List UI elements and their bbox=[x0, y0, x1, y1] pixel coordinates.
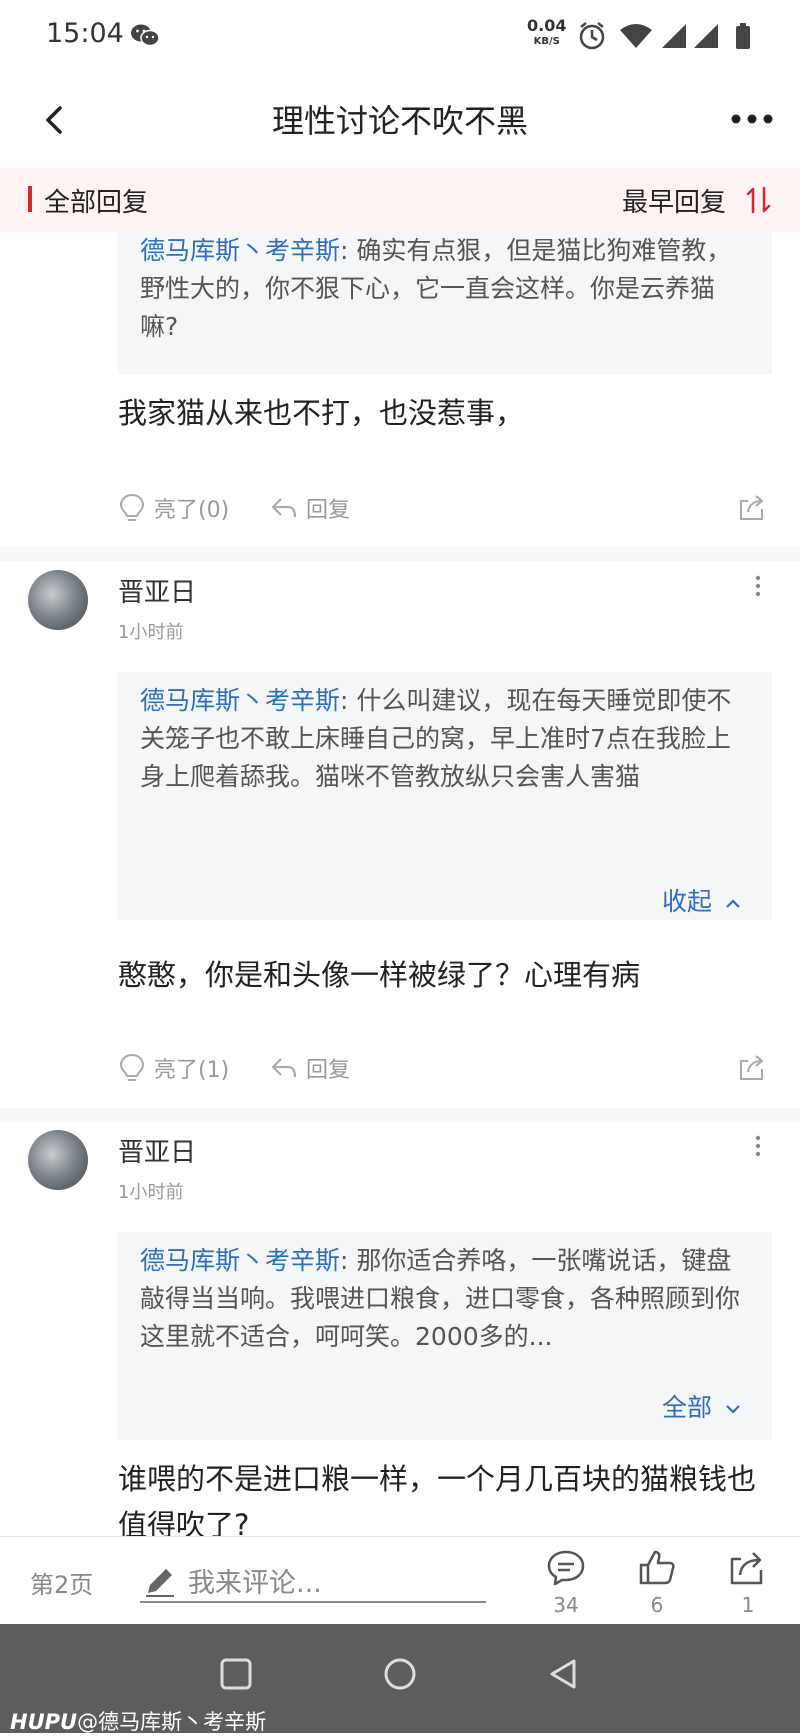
share-button[interactable] bbox=[738, 1052, 768, 1086]
share-post-button[interactable]: 1 bbox=[718, 1549, 778, 1621]
avatar[interactable] bbox=[28, 1130, 88, 1190]
circle-icon bbox=[384, 1658, 416, 1690]
signal-icon bbox=[694, 24, 718, 48]
home-button[interactable] bbox=[382, 1656, 418, 1696]
reply-arrow-icon bbox=[271, 498, 297, 518]
collapse-quote-button[interactable]: 收起 bbox=[662, 882, 742, 918]
square-icon bbox=[220, 1658, 252, 1690]
status-bar: 15:04 0.04 KB/S bbox=[0, 0, 800, 72]
wechat-icon bbox=[130, 22, 160, 52]
wifi-icon bbox=[620, 24, 652, 48]
comment-placeholder: 我来评论... bbox=[188, 1568, 322, 1599]
more-dots-icon bbox=[731, 114, 773, 124]
quoted-reply[interactable]: 德马库斯丶考辛斯: 确实有点狠，但是猫比狗难管教，野性大的，你不狠下心，它一直会… bbox=[118, 232, 772, 374]
bottom-bar: 第2页 我来评论... 34 6 1 bbox=[0, 1536, 800, 1625]
post-menu-button[interactable] bbox=[748, 572, 768, 602]
share-button[interactable] bbox=[738, 492, 768, 526]
post-menu-button[interactable] bbox=[748, 1132, 768, 1162]
quoted-username[interactable]: 德马库斯丶考辛斯 bbox=[140, 686, 340, 715]
quoted-username[interactable]: 德马库斯丶考辛斯 bbox=[140, 236, 340, 265]
reply-arrow-icon bbox=[271, 1058, 297, 1078]
more-button[interactable] bbox=[728, 104, 778, 134]
watermark-text: @德马库斯丶考辛斯 bbox=[77, 1710, 267, 1734]
share-icon bbox=[740, 495, 764, 520]
triangle-back-icon bbox=[550, 1659, 576, 1689]
status-icons bbox=[578, 20, 778, 56]
page-title: 理性讨论不吹不黑 bbox=[271, 102, 528, 140]
comments-count: 34 bbox=[553, 1593, 579, 1617]
lightbulb-icon bbox=[119, 493, 145, 521]
sort-order-button[interactable]: 最早回复 bbox=[622, 182, 771, 218]
light-button[interactable]: 亮了(0) bbox=[118, 492, 229, 524]
post-time: 1小时前 bbox=[118, 622, 184, 643]
thumbs-up-icon bbox=[639, 1550, 675, 1585]
username[interactable]: 晋亚日 bbox=[118, 572, 196, 609]
filter-all-replies[interactable]: 全部回复 bbox=[44, 182, 148, 219]
comments-button[interactable]: 34 bbox=[536, 1549, 596, 1621]
comment-icon bbox=[547, 1550, 585, 1586]
light-count: 亮了(0) bbox=[154, 498, 230, 523]
alarm-icon bbox=[579, 22, 605, 50]
nav-bar: 理性讨论不吹不黑 bbox=[0, 72, 800, 168]
reply-button[interactable]: 回复 bbox=[270, 492, 350, 524]
reply-text: 憨憨，你是和头像一样被绿了？心理有病 bbox=[118, 958, 641, 992]
reply-actions: 亮了(0) 回复 bbox=[118, 492, 768, 532]
reply-label: 回复 bbox=[306, 1058, 351, 1083]
reply-label: 回复 bbox=[306, 498, 351, 523]
kebab-icon bbox=[755, 575, 761, 597]
light-count: 亮了(1) bbox=[154, 1058, 230, 1083]
shares-count: 1 bbox=[741, 1593, 755, 1617]
chevron-up-icon bbox=[726, 899, 740, 908]
signal-icon bbox=[662, 24, 686, 48]
reply-list: 德马库斯丶考辛斯: 确实有点狠，但是猫比狗难管教，野性大的，你不狠下心，它一直会… bbox=[0, 232, 800, 1536]
net-speed: 0.04 KB/S bbox=[527, 16, 567, 48]
quoted-username[interactable]: 德马库斯丶考辛斯 bbox=[140, 1246, 340, 1275]
avatar[interactable] bbox=[28, 570, 88, 630]
share-icon bbox=[730, 1552, 763, 1585]
battery-icon bbox=[736, 23, 750, 49]
chevron-down-icon bbox=[726, 1405, 740, 1414]
back-nav-button[interactable] bbox=[546, 1656, 582, 1696]
sort-arrows-icon bbox=[746, 186, 771, 214]
sort-bar: 全部回复 最早回复 bbox=[0, 168, 800, 232]
reply-button[interactable]: 回复 bbox=[270, 1052, 350, 1084]
comment-input[interactable]: 我来评论... bbox=[140, 1555, 486, 1603]
section-marker bbox=[28, 186, 32, 212]
lightbulb-icon bbox=[119, 1053, 145, 1081]
pencil-icon bbox=[146, 1569, 174, 1597]
sort-order-label: 最早回复 bbox=[622, 188, 727, 218]
page-indicator[interactable]: 第2页 bbox=[30, 1565, 93, 1600]
share-icon bbox=[740, 1055, 764, 1080]
expand-quote-button[interactable]: 全部 bbox=[662, 1388, 742, 1424]
watermark-logo: HUPU bbox=[10, 1710, 78, 1734]
recents-button[interactable] bbox=[218, 1656, 254, 1696]
reply-text: 谁喂的不是进口粮一样，一个月几百块的猫粮钱也值得吹了? bbox=[118, 1462, 757, 1536]
post-time: 1小时前 bbox=[118, 1182, 184, 1203]
kebab-icon bbox=[755, 1135, 761, 1157]
likes-count: 6 bbox=[650, 1593, 664, 1617]
username[interactable]: 晋亚日 bbox=[118, 1132, 196, 1169]
status-time: 15:04 bbox=[46, 18, 124, 49]
reply-text: 我家猫从来也不打，也没惹事， bbox=[118, 396, 525, 430]
divider bbox=[0, 547, 800, 561]
watermark: HUPU@德马库斯丶考辛斯 bbox=[10, 1706, 266, 1736]
like-button[interactable]: 6 bbox=[627, 1549, 687, 1621]
reply-actions: 亮了(1) 回复 bbox=[118, 1052, 768, 1092]
divider bbox=[0, 1108, 800, 1122]
light-button[interactable]: 亮了(1) bbox=[118, 1052, 229, 1084]
